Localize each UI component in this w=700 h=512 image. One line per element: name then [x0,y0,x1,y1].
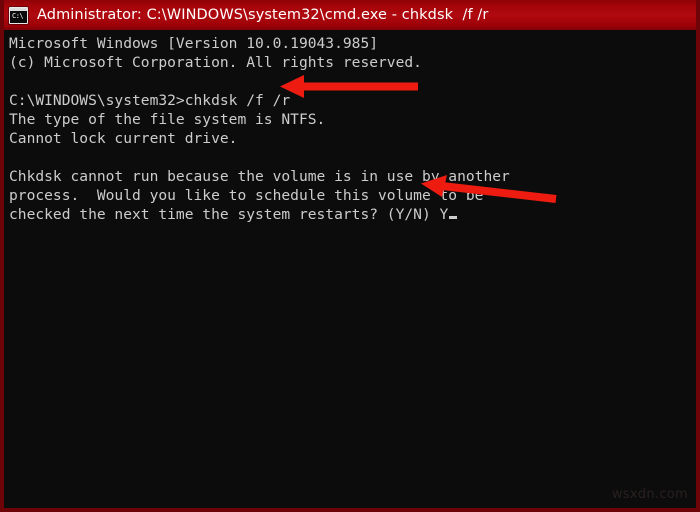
text-cursor [449,216,458,219]
console-line-cannot-lock: Cannot lock current drive. [9,130,238,147]
console-line-schedule-question: checked the next time the system restart… [9,205,696,224]
console-output-area[interactable]: Microsoft Windows [Version 10.0.19043.98… [4,30,696,508]
console-line-command-prompt: C:\WINDOWS\system32>chkdsk /f /r [9,92,291,109]
watermark-text: wsxdn.com [611,487,688,502]
console-line-copyright: (c) Microsoft Corporation. All rights re… [9,54,422,71]
typed-answer-text: Y [439,206,449,223]
console-line-blank-1 [9,72,696,91]
console-line-chkdsk-error-1: Chkdsk cannot run because the volume is … [9,168,510,185]
console-line-version: Microsoft Windows [Version 10.0.19043.98… [9,35,379,52]
console-line-filesystem: The type of the file system is NTFS. [9,111,326,128]
console-line-blank-2 [9,148,696,167]
window-title-text: Administrator: C:\WINDOWS\system32\cmd.e… [37,7,489,23]
cmd-window: C:\ Administrator: C:\WINDOWS\system32\c… [0,0,700,512]
window-title-bar[interactable]: C:\ Administrator: C:\WINDOWS\system32\c… [4,0,696,30]
cmd-icon-glyph: C:\ [12,11,24,20]
schedule-question-text: checked the next time the system restart… [9,206,440,223]
console-line-chkdsk-error-2: process. Would you like to schedule this… [9,187,484,204]
cmd-console-icon: C:\ [9,6,28,24]
